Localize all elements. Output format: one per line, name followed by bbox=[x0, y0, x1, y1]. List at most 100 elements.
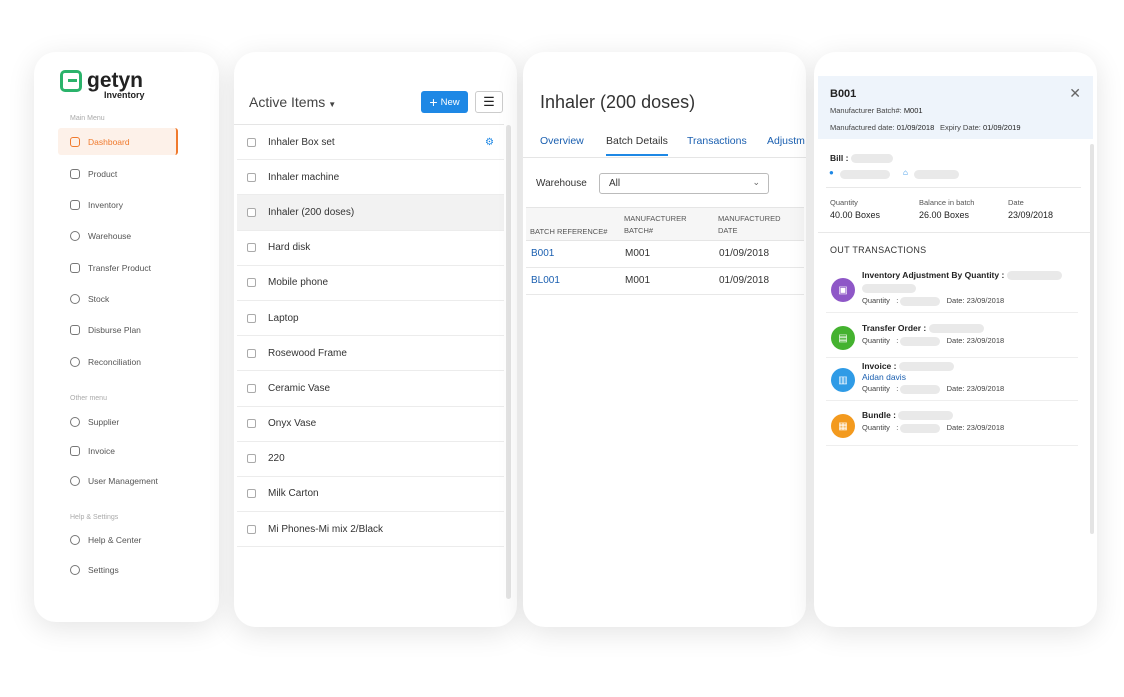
transaction-meta: Quantity : Date: 23/09/2018 bbox=[862, 336, 1005, 346]
item-name: Inhaler machine bbox=[268, 171, 340, 183]
new-button-label: New bbox=[440, 96, 460, 108]
sidebar-item-disburse-plan[interactable]: Disburse Plan bbox=[58, 316, 178, 343]
tab-adjustments[interactable]: Adjustm bbox=[767, 135, 805, 147]
sidebar-item-dashboard[interactable]: Dashboard bbox=[58, 128, 178, 155]
items-list: Inhaler Box set ⚙ Inhaler machine Inhaler… bbox=[237, 125, 504, 548]
sidebar-item-supplier[interactable]: Supplier bbox=[58, 408, 178, 435]
active-items-dropdown[interactable]: Active Items ▼ bbox=[249, 94, 336, 110]
list-item[interactable]: Laptop bbox=[237, 301, 504, 337]
scrollbar[interactable] bbox=[1090, 144, 1094, 534]
sidebar-item-transfer-product[interactable]: Transfer Product bbox=[58, 254, 178, 281]
list-item[interactable]: Ceramic Vase bbox=[237, 371, 504, 407]
stat-value: 40.00 Boxes bbox=[830, 210, 881, 220]
checkbox[interactable] bbox=[247, 313, 256, 323]
transaction-item[interactable]: ▥ Invoice : Aidan davis Quantity : Date:… bbox=[826, 359, 1078, 401]
meta-value: 01/09/2019 bbox=[982, 123, 1021, 132]
meta-label: Manufacturer Batch#: bbox=[830, 106, 902, 115]
checkbox[interactable] bbox=[247, 383, 256, 393]
redacted-value bbox=[900, 336, 941, 346]
new-button[interactable]: + New bbox=[421, 91, 468, 113]
list-item[interactable]: Rosewood Frame bbox=[237, 336, 504, 372]
inventory-icon bbox=[70, 199, 80, 210]
checkbox[interactable] bbox=[247, 348, 256, 358]
sidebar-item-invoice[interactable]: Invoice bbox=[58, 437, 178, 464]
checkbox[interactable] bbox=[247, 172, 256, 182]
warehouse-select[interactable]: All ⌄ bbox=[599, 173, 769, 194]
list-item-selected[interactable]: Inhaler (200 doses) bbox=[237, 195, 504, 231]
bill-field: Bill : bbox=[830, 153, 893, 164]
col-manufactured-date-line1: MANUFACTURED bbox=[718, 214, 781, 223]
close-icon[interactable]: ✕ bbox=[1069, 85, 1081, 102]
list-item[interactable]: 220 bbox=[237, 442, 504, 477]
meta-label: Manufactured date: bbox=[830, 123, 895, 132]
divider bbox=[818, 232, 1093, 233]
table-row[interactable]: B001 M001 01/09/2018 bbox=[526, 241, 804, 268]
transaction-item[interactable]: ▦ Bundle : Quantity : Date: 23/09/2018 bbox=[826, 408, 1078, 446]
transaction-item[interactable]: ▣ Inventory Adjustment By Quantity : Qua… bbox=[826, 270, 1078, 313]
sidebar-item-label: Dashboard bbox=[88, 136, 130, 147]
list-item[interactable]: Onyx Vase bbox=[237, 407, 504, 442]
tab-batch-details[interactable]: Batch Details bbox=[606, 135, 668, 156]
main-menu-label: Main Menu bbox=[70, 115, 105, 122]
table-row[interactable]: BL001 M001 01/09/2018 bbox=[526, 268, 804, 295]
document-icon: ▤ bbox=[831, 326, 855, 350]
sidebar-item-warehouse[interactable]: Warehouse bbox=[58, 222, 178, 249]
gear-icon bbox=[70, 564, 80, 575]
sidebar-item-product[interactable]: Product bbox=[58, 160, 178, 187]
quantity-label: Quantity bbox=[862, 423, 890, 432]
customer-link[interactable]: Aidan davis bbox=[862, 372, 906, 382]
user-icon bbox=[70, 416, 80, 427]
batch-ref-link[interactable]: B001 bbox=[531, 248, 554, 259]
quantity-label: Quantity bbox=[862, 336, 890, 345]
checkbox[interactable] bbox=[247, 489, 256, 499]
sidebar-item-inventory[interactable]: Inventory bbox=[58, 191, 178, 218]
home-icon: ⌂ bbox=[903, 168, 908, 177]
batch-ref-link[interactable]: BL001 bbox=[531, 275, 560, 286]
redacted-value bbox=[898, 411, 954, 421]
list-item[interactable]: Mobile phone bbox=[237, 266, 504, 301]
checkbox[interactable] bbox=[247, 207, 256, 217]
tab-overview[interactable]: Overview bbox=[540, 135, 584, 147]
item-name: Rosewood Frame bbox=[268, 347, 347, 359]
sidebar-item-stock[interactable]: Stock bbox=[58, 285, 178, 312]
manufacturer-batch: M001 bbox=[625, 248, 651, 259]
redacted-value bbox=[900, 423, 941, 433]
tab-transactions[interactable]: Transactions bbox=[687, 135, 747, 147]
help-settings-label: Help & Settings bbox=[70, 514, 119, 521]
checkbox[interactable] bbox=[247, 278, 256, 288]
transaction-date: Date: 23/09/2018 bbox=[946, 423, 1005, 432]
sidebar-item-label: Stock bbox=[88, 293, 110, 304]
checkbox[interactable] bbox=[247, 419, 256, 429]
divider bbox=[826, 187, 1081, 188]
checkbox[interactable] bbox=[247, 137, 256, 147]
checkbox[interactable] bbox=[247, 454, 256, 464]
transaction-date: Date: 23/09/2018 bbox=[946, 296, 1005, 305]
scrollbar[interactable] bbox=[506, 125, 511, 599]
sidebar-item-settings[interactable]: Settings bbox=[58, 556, 178, 583]
transaction-item[interactable]: ▤ Transfer Order : Quantity : Date: 23/0… bbox=[826, 320, 1078, 358]
item-title: Inhaler (200 doses) bbox=[540, 92, 696, 112]
sidebar-item-reconciliation[interactable]: Reconciliation bbox=[58, 348, 178, 375]
list-item[interactable]: Milk Carton bbox=[237, 477, 504, 513]
redacted-value bbox=[850, 154, 893, 164]
list-item[interactable]: Mi Phones-Mi mix 2/Black bbox=[237, 512, 504, 548]
checkbox[interactable] bbox=[247, 524, 256, 534]
redacted-value bbox=[840, 170, 890, 179]
menu-button[interactable]: ☰ bbox=[475, 91, 503, 113]
item-name: Mobile phone bbox=[268, 277, 329, 289]
list-item[interactable]: Hard disk bbox=[237, 231, 504, 266]
list-item[interactable]: Inhaler Box set ⚙ bbox=[237, 125, 504, 161]
sidebar-item-user-management[interactable]: User Management bbox=[58, 467, 178, 494]
list-item[interactable]: Inhaler machine bbox=[237, 160, 504, 196]
checkbox[interactable] bbox=[247, 243, 256, 253]
sidebar-item-help[interactable]: Help & Center bbox=[58, 526, 178, 553]
redacted-value bbox=[862, 284, 916, 293]
transaction-meta: Quantity : Date: 23/09/2018 bbox=[862, 384, 1005, 394]
manufactured-date-meta: Manufactured date: 01/09/2018 bbox=[830, 123, 934, 132]
transaction-name: Transfer Order : bbox=[862, 323, 984, 334]
users-icon bbox=[70, 475, 80, 486]
sidebar-item-label: Transfer Product bbox=[88, 262, 151, 273]
items-panel: Active Items ▼ + New ☰ Inhaler Box set ⚙ In… bbox=[234, 52, 517, 627]
batch-detail-panel: B001 ✕ Manufacturer Batch#: M001 Manufac… bbox=[814, 52, 1097, 627]
redacted-value bbox=[900, 296, 941, 306]
